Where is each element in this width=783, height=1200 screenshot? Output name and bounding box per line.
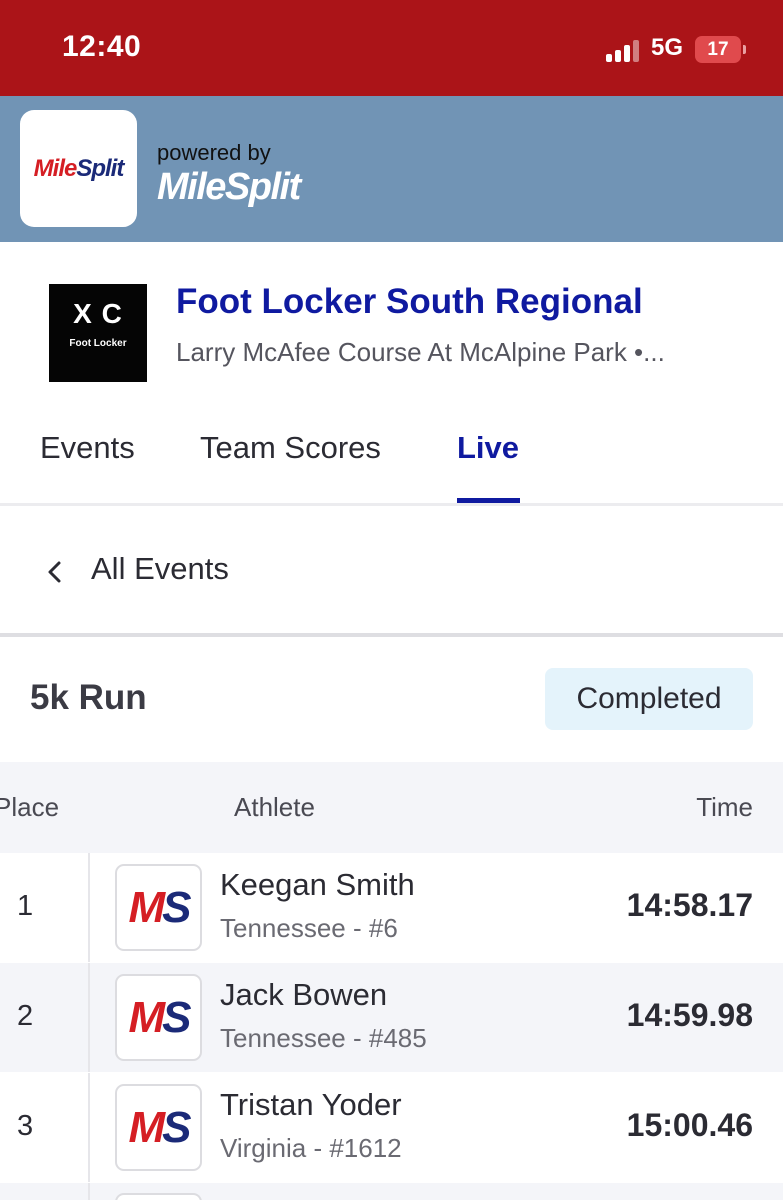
- athlete-time: 14:58.17: [626, 887, 753, 923]
- column-divider: [88, 853, 90, 962]
- row-place: 3: [17, 1110, 34, 1142]
- athlete-time: 15:00.46: [626, 1107, 753, 1143]
- table-row[interactable]: 3 MS Tristan Yoder Virginia - #1612 15:0…: [0, 1073, 783, 1182]
- meet-logo-sub: Foot Locker: [69, 338, 127, 349]
- athlete-team: Tennessee - #485: [220, 1023, 427, 1053]
- milesplit-ms-icon: MS: [128, 1102, 191, 1152]
- milesplit-logo[interactable]: MileSplit: [20, 110, 137, 227]
- meet-location: Larry McAfee Course At McAlpine Park •..…: [176, 337, 665, 367]
- status-badge: Completed: [545, 668, 753, 730]
- network-type: 5G: [651, 34, 684, 61]
- active-tab-indicator: [457, 498, 520, 503]
- brand-header: MileSplit powered by MileSplit: [0, 96, 783, 242]
- back-to-all-events[interactable]: All Events: [0, 509, 783, 635]
- column-header-place: Place: [0, 792, 60, 822]
- status-bar: 12:40 5G 17: [0, 0, 783, 96]
- row-place: 2: [17, 1000, 34, 1032]
- column-header-athlete: Athlete: [234, 792, 315, 822]
- athlete-team: Tennessee - #6: [220, 913, 398, 943]
- athlete-avatar: [115, 1193, 202, 1200]
- athlete-name[interactable]: Jack Bowen: [220, 977, 387, 1013]
- chevron-left-icon: [48, 561, 61, 583]
- column-header-time: Time: [696, 792, 753, 822]
- tab-events[interactable]: Events: [40, 430, 135, 466]
- column-divider: [88, 1183, 90, 1200]
- row-place: 1: [17, 890, 34, 922]
- powered-by-label: powered by: [157, 140, 271, 165]
- tab-team-scores[interactable]: Team Scores: [200, 430, 381, 466]
- athlete-avatar: MS: [115, 974, 202, 1061]
- status-time: 12:40: [62, 30, 142, 63]
- athlete-avatar: MS: [115, 1084, 202, 1171]
- athlete-name[interactable]: Keegan Smith: [220, 867, 415, 903]
- brand-name: MileSplit: [157, 166, 301, 208]
- table-row-partial: [0, 1183, 783, 1200]
- section-divider: [0, 633, 783, 637]
- milesplit-ms-icon: MS: [128, 992, 191, 1042]
- column-divider: [88, 963, 90, 1072]
- table-row[interactable]: 1 MS Keegan Smith Tennessee - #6 14:58.1…: [0, 853, 783, 962]
- battery-tip: [743, 45, 746, 54]
- athlete-team: Virginia - #1612: [220, 1133, 402, 1163]
- milesplit-ms-icon: MS: [128, 882, 191, 932]
- table-row[interactable]: 2 MS Jack Bowen Tennessee - #485 14:59.9…: [0, 963, 783, 1072]
- meet-logo: X C Foot Locker: [49, 284, 147, 382]
- athlete-avatar: MS: [115, 864, 202, 951]
- back-label: All Events: [91, 551, 229, 586]
- battery-icon: 17: [695, 36, 741, 63]
- cellular-signal-icon: [606, 38, 640, 62]
- event-name: 5k Run: [30, 678, 147, 717]
- tab-live[interactable]: Live: [457, 430, 519, 466]
- meet-title[interactable]: Foot Locker South Regional: [176, 282, 643, 322]
- column-divider: [88, 1073, 90, 1182]
- meet-logo-mark: X C: [73, 298, 123, 329]
- athlete-name[interactable]: Tristan Yoder: [220, 1087, 402, 1123]
- athlete-time: 14:59.98: [626, 997, 753, 1033]
- battery-level: 17: [707, 39, 729, 60]
- tab-bar: Events Team Scores Live: [0, 410, 783, 506]
- milesplit-logo-text: MileSplit: [33, 154, 125, 182]
- results-table-header: Place Athlete Time: [0, 762, 783, 853]
